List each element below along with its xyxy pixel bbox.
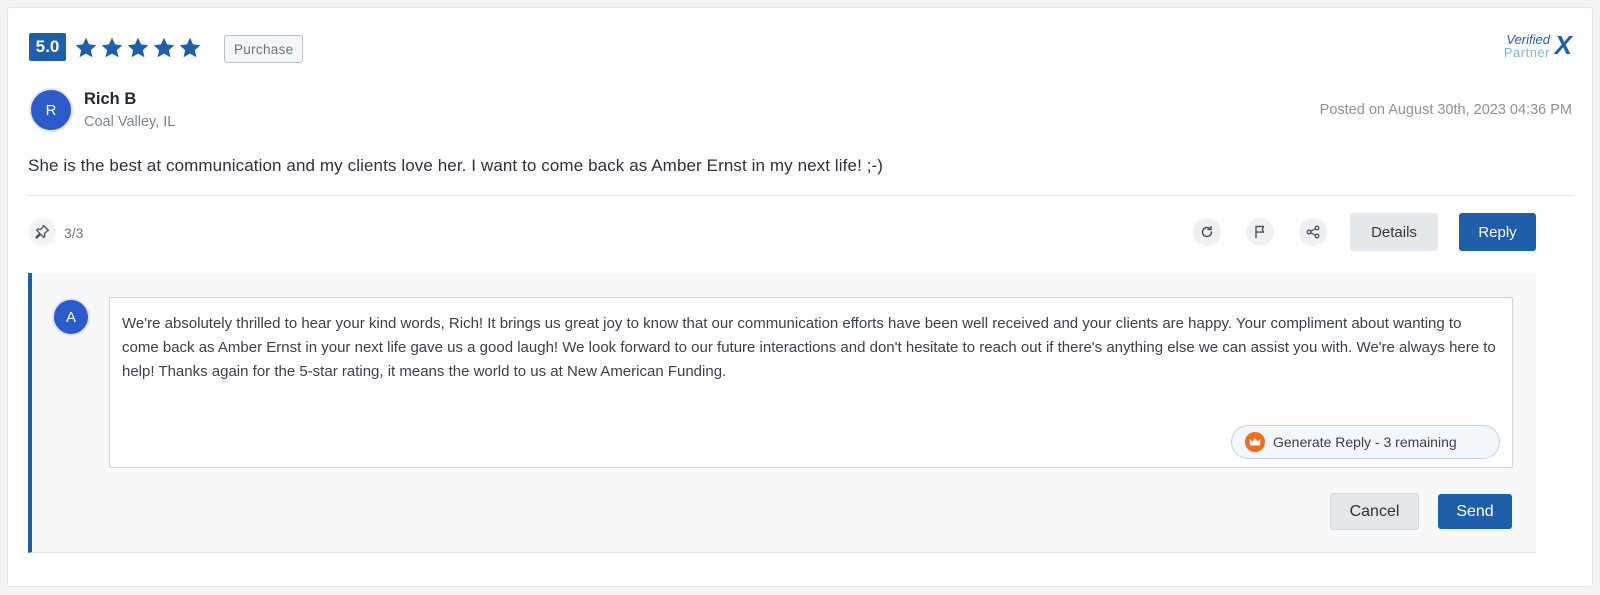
pin-icon (35, 224, 50, 239)
star-icon (75, 37, 97, 58)
generate-reply-label: Generate Reply - 3 remaining (1273, 434, 1457, 450)
cancel-button[interactable]: Cancel (1330, 493, 1419, 530)
partner-label: Partner (1503, 45, 1550, 60)
flag-button[interactable] (1246, 218, 1274, 246)
pin-count: 3/3 (64, 225, 84, 241)
reviewer-avatar: R (29, 88, 73, 132)
reviewer-location: Coal Valley, IL (84, 114, 176, 130)
send-button[interactable]: Send (1438, 494, 1512, 529)
pin-button[interactable] (28, 218, 56, 246)
details-button[interactable]: Details (1350, 213, 1438, 251)
review-text: She is the best at communication and my … (28, 156, 884, 175)
share-button[interactable] (1299, 218, 1327, 246)
reply-button[interactable]: Reply (1459, 213, 1536, 251)
star-icon (127, 37, 149, 58)
share-icon (1306, 225, 1320, 239)
divider (28, 195, 1574, 196)
refresh-button[interactable] (1193, 218, 1221, 246)
rating-badge: 5.0 (29, 33, 66, 61)
verified-partner-logo: Verified Partner X (1492, 30, 1572, 62)
refresh-icon (1201, 225, 1213, 238)
responder-avatar: A (52, 298, 90, 336)
reviewer-name: Rich B (84, 90, 137, 108)
review-type-tag: Purchase (224, 35, 304, 63)
crown-icon (1245, 432, 1265, 452)
generate-reply-button[interactable]: Generate Reply - 3 remaining (1231, 425, 1500, 459)
star-icon (101, 37, 123, 58)
verified-x-icon: X (1554, 30, 1572, 60)
flag-icon (1255, 225, 1265, 238)
star-rating (74, 36, 202, 60)
review-card: 5.0 Purchase Verified Partner X R Rich B… (7, 7, 1593, 587)
posted-date: Posted on August 30th, 2023 04:36 PM (1319, 102, 1572, 118)
star-icon (153, 37, 175, 58)
star-icon (179, 37, 201, 58)
